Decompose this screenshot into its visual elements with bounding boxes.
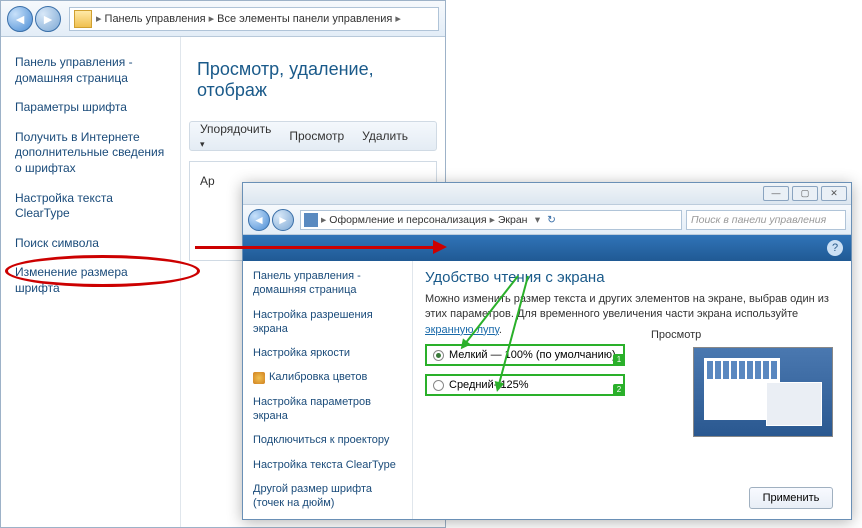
toolbar-delete[interactable]: Удалить (362, 129, 408, 143)
chevron-right-icon[interactable]: ▸ (209, 12, 215, 25)
sidebar-font-params[interactable]: Параметры шрифта (15, 100, 166, 116)
display-settings-window: — ▢ ✕ ◄ ► ▸ Оформление и персонализация … (242, 182, 852, 520)
sidebar-home[interactable]: Панель управления - домашняя страница (15, 55, 166, 86)
preview-image (693, 347, 833, 437)
breadcrumb-control-panel[interactable]: Панель управления (105, 13, 206, 25)
sidebar: Панель управления - домашняя страница Па… (1, 37, 181, 527)
page-title: Просмотр, удаление, отображ (197, 59, 437, 101)
apply-button[interactable]: Применить (749, 487, 833, 509)
chevron-right-icon[interactable]: ▸ (96, 12, 102, 25)
toolbar-organize[interactable]: Упорядочить (200, 122, 271, 150)
option-medium-label: Средний- 125% (449, 379, 529, 391)
content-label: Ap (200, 174, 215, 188)
magnifier-link[interactable]: экранную лупу (425, 324, 499, 336)
sidebar-online-info[interactable]: Получить в Интернете дополнительные свед… (15, 130, 166, 177)
toolbar-view[interactable]: Просмотр (289, 129, 344, 143)
refresh-icon[interactable]: ↻ (544, 214, 558, 226)
folder-icon (74, 10, 92, 28)
back-button[interactable]: ◄ (248, 209, 270, 231)
desc-suffix: . (499, 324, 502, 336)
sidebar: Панель управления - домашняя страница На… (243, 261, 413, 519)
minimize-button[interactable]: — (763, 186, 789, 201)
annotation-badge-2: 2 (613, 384, 625, 396)
forward-button[interactable]: ► (272, 209, 294, 231)
annotation-arrow (195, 240, 445, 260)
navigation-bar: ◄ ► ▸ Оформление и персонализация ▸ Экра… (243, 205, 851, 235)
breadcrumb-appearance[interactable]: Оформление и персонализация (329, 214, 486, 226)
sidebar-projector[interactable]: Подключиться к проектору (253, 433, 402, 447)
forward-button[interactable]: ► (35, 6, 61, 32)
maximize-button[interactable]: ▢ (792, 186, 818, 201)
window-body: Панель управления - домашняя страница На… (243, 261, 851, 519)
sidebar-item-label: Изменение размера шрифта (15, 265, 128, 295)
chevron-right-icon[interactable]: ▸ (395, 12, 401, 25)
preview-label: Просмотр (651, 329, 701, 341)
sidebar-dpi[interactable]: Другой размер шрифта (точек на дюйм) (253, 482, 402, 511)
sidebar-char-search[interactable]: Поиск символа (15, 236, 166, 252)
search-placeholder: Поиск в панели управления (691, 214, 826, 226)
sidebar-monitor-params[interactable]: Настройка параметров экрана (253, 395, 402, 424)
navigation-bar: ◄ ► ▸ Панель управления ▸ Все элементы п… (1, 1, 445, 37)
sidebar-change-font-size[interactable]: Изменение размера шрифта (15, 265, 166, 296)
sidebar-home[interactable]: Панель управления - домашняя страница (253, 269, 402, 298)
titlebar: — ▢ ✕ (243, 183, 851, 205)
address-bar[interactable]: ▸ Оформление и персонализация ▸ Экран ▾ … (300, 210, 682, 230)
main-pane: Удобство чтения с экрана Можно изменить … (413, 261, 851, 519)
preview-window-2 (766, 382, 822, 426)
close-button[interactable]: ✕ (821, 186, 847, 201)
back-button[interactable]: ◄ (7, 6, 33, 32)
radio-small[interactable] (433, 350, 444, 361)
sidebar-cleartype[interactable]: Настройка текста ClearType (253, 458, 402, 472)
sidebar-brightness[interactable]: Настройка яркости (253, 346, 402, 360)
breadcrumb-display[interactable]: Экран (498, 214, 528, 226)
sidebar-resolution[interactable]: Настройка разрешения экрана (253, 308, 402, 337)
dropdown-icon[interactable]: ▾ (530, 214, 544, 226)
address-bar[interactable]: ▸ Панель управления ▸ Все элементы панел… (69, 7, 439, 31)
annotation-badge-1: 1 (613, 354, 625, 366)
option-medium[interactable]: Средний- 125% 2 (425, 374, 625, 396)
page-heading: Удобство чтения с экрана (425, 269, 839, 286)
sidebar-cleartype[interactable]: Настройка текста ClearType (15, 191, 166, 222)
chevron-right-icon[interactable]: ▸ (321, 214, 326, 226)
sidebar-calibration[interactable]: Калибровка цветов (253, 370, 402, 384)
display-icon (304, 213, 318, 227)
option-small[interactable]: Мелкий — 100% (по умолчанию) 1 (425, 344, 625, 366)
option-small-label: Мелкий — 100% (по умолчанию) (449, 349, 616, 361)
breadcrumb-all-items[interactable]: Все элементы панели управления (217, 13, 392, 25)
search-input[interactable]: Поиск в панели управления (686, 210, 846, 230)
radio-medium[interactable] (433, 380, 444, 391)
help-icon[interactable]: ? (827, 240, 843, 256)
chevron-right-icon[interactable]: ▸ (490, 214, 495, 226)
toolbar: Упорядочить Просмотр Удалить (189, 121, 437, 151)
